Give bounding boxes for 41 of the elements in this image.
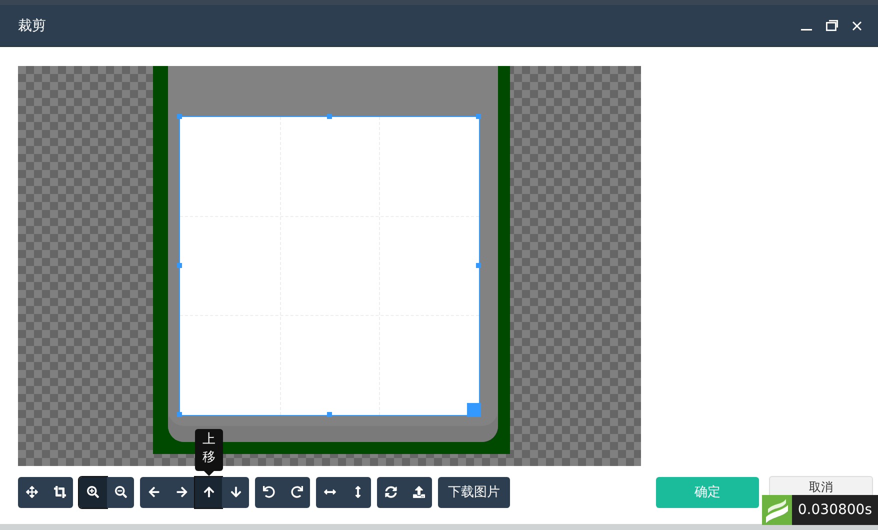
refresh-icon: [385, 486, 397, 498]
arrow-down-icon: [230, 486, 242, 498]
resize-handle[interactable]: [177, 263, 182, 268]
arrow-left-icon: [148, 486, 160, 498]
reset-button[interactable]: [377, 476, 405, 508]
zoom-out-icon: [114, 486, 126, 498]
move-left-button[interactable]: [140, 476, 168, 508]
rotate-left-icon: [263, 486, 275, 498]
resize-handle[interactable]: [326, 412, 332, 417]
zoom-in-icon: [87, 486, 99, 498]
close-icon[interactable]: [852, 20, 862, 30]
crop-canvas[interactable]: [18, 66, 641, 466]
upload-icon: [412, 486, 424, 498]
move-right-button[interactable]: [168, 476, 195, 508]
rotate-left-button[interactable]: [255, 476, 283, 508]
arrow-right-icon: [176, 486, 188, 498]
swirl-logo-icon: [762, 495, 792, 525]
move-down-button[interactable]: [222, 476, 249, 508]
resize-handle[interactable]: [476, 263, 481, 268]
arrow-up-icon: [202, 486, 214, 498]
resize-handle[interactable]: [177, 412, 182, 417]
crop-icon: [54, 486, 66, 498]
zoom-out-button[interactable]: [107, 476, 134, 508]
resize-handle[interactable]: [476, 114, 481, 119]
zoom-in-button[interactable]: [79, 476, 107, 508]
crop-button[interactable]: [46, 476, 73, 508]
resize-handle[interactable]: [467, 403, 481, 417]
download-image-button[interactable]: 下载图片: [438, 476, 510, 508]
flip-vertical-button[interactable]: [344, 476, 371, 508]
dialog-title: 裁剪: [18, 16, 47, 34]
restore-icon[interactable]: [826, 20, 838, 31]
move-icon: [26, 486, 38, 498]
resize-handle[interactable]: [326, 114, 332, 119]
upload-button[interactable]: [405, 476, 432, 508]
rotate-right-icon: [290, 486, 302, 498]
timer-toast: 0.030800s: [792, 495, 878, 525]
tooltip-arrow: [204, 470, 214, 476]
resize-handle[interactable]: [177, 114, 182, 119]
rotate-right-button[interactable]: [283, 476, 310, 508]
move-button[interactable]: [18, 476, 46, 508]
flip-horizontal-button[interactable]: [316, 476, 344, 508]
